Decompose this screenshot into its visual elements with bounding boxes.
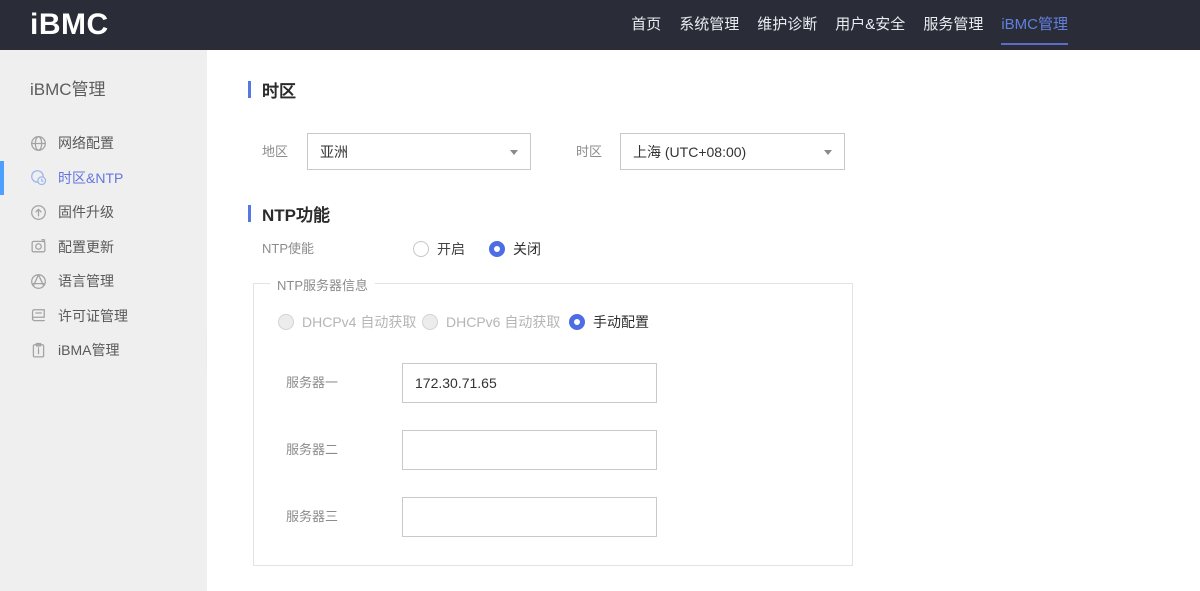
radio-circle-icon bbox=[569, 314, 585, 330]
timezone-label: 时区 bbox=[576, 144, 603, 159]
dhcpv6-auto-radio: DHCPv6 自动获取 bbox=[422, 312, 560, 332]
region-select[interactable]: 亚洲 bbox=[307, 133, 531, 170]
nav-item-home[interactable]: 首页 bbox=[631, 0, 661, 50]
section-accent-bar bbox=[248, 205, 251, 222]
timezone-section-title: 时区 bbox=[262, 82, 296, 101]
firmware-upgrade-icon bbox=[30, 204, 47, 221]
nav-item-user-security[interactable]: 用户&安全 bbox=[835, 0, 905, 50]
sidebar: iBMC管理 网络配置 时区&NTP 固件升级 配置更新 语言管理 许可证管理 … bbox=[0, 50, 207, 591]
sidebar-item-label: iBMA管理 bbox=[58, 342, 120, 359]
sidebar-item-label: 许可证管理 bbox=[58, 307, 128, 324]
radio-circle-icon bbox=[413, 241, 429, 257]
nav-item-system[interactable]: 系统管理 bbox=[679, 0, 739, 50]
radio-option-label: 手动配置 bbox=[593, 314, 649, 330]
sidebar-item-network-config[interactable]: 网络配置 bbox=[0, 126, 207, 161]
sidebar-item-label: 语言管理 bbox=[58, 273, 114, 290]
language-icon bbox=[30, 273, 47, 290]
sidebar-item-timezone-ntp[interactable]: 时区&NTP bbox=[0, 160, 207, 195]
timezone-clock-icon bbox=[30, 169, 47, 186]
timezone-select-value: 上海 (UTC+08:00) bbox=[633, 143, 747, 160]
server-two-label: 服务器二 bbox=[286, 442, 339, 457]
nav-item-ibmc-management[interactable]: iBMC管理 bbox=[1001, 0, 1068, 50]
ntp-enable-radio-group: 开启 关闭 bbox=[413, 239, 541, 259]
nav-item-maintenance[interactable]: 维护诊断 bbox=[757, 0, 817, 50]
nav-item-label: 系统管理 bbox=[679, 16, 740, 33]
ntp-section-title: NTP功能 bbox=[262, 206, 330, 225]
nav-item-label: 用户&安全 bbox=[835, 16, 906, 33]
sidebar-title: iBMC管理 bbox=[30, 80, 106, 99]
ntp-server-group-legend: NTP服务器信息 bbox=[270, 275, 376, 294]
ntp-enable-off-radio[interactable]: 关闭 bbox=[489, 239, 541, 259]
nav-item-label: 维护诊断 bbox=[757, 16, 818, 33]
radio-option-label: DHCPv4 自动获取 bbox=[302, 314, 417, 330]
ntp-server-group-box: NTP服务器信息 DHCPv4 自动获取 DHCPv6 自动获取 手动配置 服务… bbox=[253, 275, 853, 566]
sidebar-item-label: 固件升级 bbox=[58, 204, 114, 221]
top-navigation: 首页 系统管理 维护诊断 用户&安全 服务管理 iBMC管理 bbox=[631, 0, 1200, 50]
timezone-select[interactable]: 上海 (UTC+08:00) bbox=[620, 133, 845, 170]
nav-item-label: 服务管理 bbox=[923, 16, 984, 33]
server-three-label: 服务器三 bbox=[286, 509, 339, 524]
manual-config-radio[interactable]: 手动配置 bbox=[569, 312, 649, 332]
radio-option-label: DHCPv6 自动获取 bbox=[446, 314, 561, 330]
ibma-clipboard-icon bbox=[30, 342, 47, 359]
radio-circle-icon bbox=[422, 314, 438, 330]
server-two-input[interactable] bbox=[402, 430, 657, 470]
config-update-icon bbox=[30, 238, 47, 255]
active-tab-underline bbox=[1001, 43, 1068, 45]
sidebar-item-firmware-upgrade[interactable]: 固件升级 bbox=[0, 195, 207, 230]
ntp-section-header: NTP功能 bbox=[248, 201, 330, 226]
dhcpv4-auto-radio: DHCPv4 自动获取 bbox=[278, 312, 416, 332]
active-item-indicator bbox=[0, 160, 4, 195]
section-accent-bar bbox=[248, 81, 251, 98]
license-icon bbox=[30, 307, 47, 324]
ibmc-logo: iBMC bbox=[30, 8, 109, 41]
ntp-enable-on-radio[interactable]: 开启 bbox=[413, 239, 465, 259]
network-globe-icon bbox=[30, 135, 47, 152]
nav-item-label: iBMC管理 bbox=[1001, 16, 1068, 33]
top-header-bar: iBMC 首页 系统管理 维护诊断 用户&安全 服务管理 iBMC管理 bbox=[0, 0, 1200, 50]
nav-item-services[interactable]: 服务管理 bbox=[923, 0, 983, 50]
radio-option-label: 开启 bbox=[437, 241, 465, 257]
region-select-value: 亚洲 bbox=[320, 143, 348, 160]
timezone-section-header: 时区 bbox=[248, 77, 296, 102]
sidebar-menu: 网络配置 时区&NTP 固件升级 配置更新 语言管理 许可证管理 iBMA管理 bbox=[0, 126, 207, 368]
region-label: 地区 bbox=[262, 144, 289, 159]
sidebar-item-label: 配置更新 bbox=[58, 238, 114, 255]
radio-circle-icon bbox=[489, 241, 505, 257]
server-three-input[interactable] bbox=[402, 497, 657, 537]
sidebar-item-language[interactable]: 语言管理 bbox=[0, 264, 207, 299]
radio-option-label: 关闭 bbox=[513, 241, 541, 257]
ntp-enable-label: NTP使能 bbox=[262, 241, 315, 256]
main-content: 时区 地区 亚洲 时区 上海 (UTC+08:00) NTP功能 NTP使能 开… bbox=[207, 50, 1200, 591]
chevron-down-icon bbox=[824, 150, 832, 155]
nav-item-label: 首页 bbox=[631, 16, 662, 33]
server-one-label: 服务器一 bbox=[286, 375, 339, 390]
sidebar-item-license[interactable]: 许可证管理 bbox=[0, 299, 207, 334]
server-one-input[interactable] bbox=[402, 363, 657, 403]
chevron-down-icon bbox=[510, 150, 518, 155]
sidebar-item-config-update[interactable]: 配置更新 bbox=[0, 230, 207, 265]
sidebar-item-label: 时区&NTP bbox=[58, 169, 124, 186]
sidebar-item-label: 网络配置 bbox=[58, 135, 114, 152]
sidebar-item-ibma[interactable]: iBMA管理 bbox=[0, 333, 207, 368]
radio-circle-icon bbox=[278, 314, 294, 330]
